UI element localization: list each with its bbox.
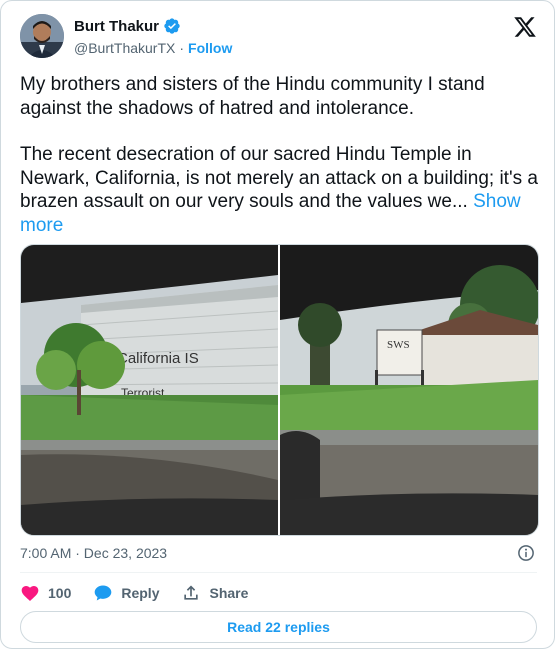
- author-handle-row: @BurtThakurTX · Follow: [74, 40, 232, 56]
- info-icon[interactable]: [517, 544, 535, 562]
- media-photo-1[interactable]: California IS Terrorist: [21, 245, 278, 535]
- author-name-row[interactable]: Burt Thakur: [74, 17, 181, 35]
- like-button[interactable]: 100: [20, 583, 71, 603]
- like-count: 100: [48, 585, 72, 601]
- tweet-paragraph-2-text: The recent desecration of our sacred Hin…: [20, 144, 538, 212]
- reply-button[interactable]: Reply: [93, 583, 159, 603]
- graffiti-line-1: California IS: [117, 350, 199, 367]
- tweet-actions: 100 Reply Share: [20, 583, 270, 603]
- tweet-card: Burt Thakur @BurtThakurTX · Follow My br…: [0, 0, 555, 649]
- media-photo-2[interactable]: SWS: [280, 245, 538, 535]
- author-avatar[interactable]: [20, 14, 64, 58]
- tweet-text: My brothers and sisters of the Hindu com…: [20, 73, 540, 237]
- tweet-timestamp[interactable]: 7:00 AM · Dec 23, 2023: [20, 545, 167, 561]
- divider: [20, 572, 537, 573]
- x-logo-icon[interactable]: [513, 15, 537, 39]
- read-replies-button[interactable]: Read 22 replies: [20, 611, 537, 643]
- author-handle[interactable]: @BurtThakurTX: [74, 40, 175, 56]
- share-label: Share: [209, 585, 249, 601]
- heart-icon: [21, 586, 39, 601]
- speech-bubble-icon: [95, 585, 112, 601]
- share-button[interactable]: Share: [181, 583, 248, 603]
- tweet-media: California IS Terrorist SWS: [20, 244, 539, 536]
- separator-dot: ·: [179, 40, 185, 56]
- verified-badge-icon: [164, 18, 180, 34]
- share-upload-icon: [184, 585, 199, 600]
- tweet-paragraph-2: The recent desecration of our sacred Hin…: [20, 143, 540, 237]
- reply-label: Reply: [121, 585, 160, 601]
- read-replies-label: Read 22 replies: [227, 619, 330, 635]
- follow-button[interactable]: Follow: [188, 40, 232, 56]
- sign-text: SWS: [387, 339, 410, 351]
- author-name[interactable]: Burt Thakur: [74, 18, 159, 35]
- tweet-paragraph-1: My brothers and sisters of the Hindu com…: [20, 74, 485, 119]
